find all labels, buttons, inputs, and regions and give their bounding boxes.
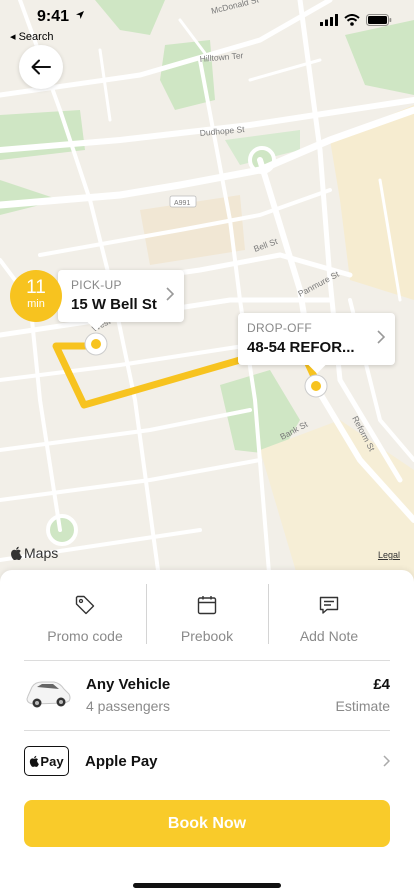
prebook-label: Prebook	[180, 628, 234, 644]
street-label: A991	[174, 200, 190, 207]
maps-attribution: Maps	[10, 545, 58, 561]
add-note-label: Add Note	[299, 628, 359, 644]
home-indicator	[133, 883, 281, 888]
actions-row: Promo code Prebook Add Note	[24, 584, 390, 660]
payment-method-row[interactable]: Pay Apple Pay	[24, 742, 390, 782]
status-time: 9:41	[37, 8, 70, 25]
car-icon	[26, 681, 71, 708]
tag-icon	[75, 595, 95, 615]
maps-attribution-label: Maps	[24, 545, 59, 561]
street-label: Bell St	[252, 236, 279, 254]
promo-code-label: Promo code	[47, 628, 123, 644]
vehicle-passengers: 4 passengers	[86, 698, 171, 714]
apple-logo-icon	[30, 755, 40, 767]
chevron-right-icon	[166, 287, 174, 301]
dropoff-address: 48-54 REFOR...	[247, 339, 355, 356]
legal-link[interactable]: Legal	[378, 550, 400, 560]
divider	[24, 730, 390, 731]
prebook-button[interactable]: Prebook	[146, 584, 268, 660]
vehicle-option[interactable]: Any Vehicle 4 passengers £4 Estimate	[24, 662, 390, 730]
chevron-right-icon	[383, 755, 390, 767]
dropoff-pin	[304, 374, 328, 398]
back-button[interactable]	[19, 45, 63, 89]
status-bar: 9:41 ◂ Search	[0, 0, 414, 44]
dropoff-callout[interactable]: DROP-OFF 48-54 REFOR...	[238, 313, 395, 374]
back-to-app[interactable]: ◂ Search	[10, 30, 53, 43]
vehicle-price: £4	[373, 676, 390, 693]
divider	[24, 660, 390, 661]
promo-code-button[interactable]: Promo code	[24, 584, 146, 660]
add-note-button[interactable]: Add Note	[268, 584, 390, 660]
eta-minutes: 11	[26, 277, 46, 298]
street-label: Panmure St	[296, 269, 341, 299]
wifi-icon	[344, 14, 360, 26]
cellular-signal-icon	[320, 14, 338, 26]
apple-pay-badge-text: Pay	[40, 753, 64, 769]
pickup-pin	[84, 332, 108, 356]
back-to-app-label: Search	[18, 31, 54, 43]
apple-logo-icon	[11, 546, 22, 560]
chevron-right-icon	[377, 330, 385, 344]
battery-icon	[366, 14, 392, 26]
note-icon	[319, 596, 339, 614]
vehicle-price-note: Estimate	[335, 698, 390, 714]
calendar-icon	[197, 596, 217, 615]
eta-unit: min	[27, 298, 45, 310]
payment-method-label: Apple Pay	[85, 753, 158, 770]
apple-pay-badge: Pay	[24, 746, 69, 776]
vehicle-name: Any Vehicle	[86, 676, 171, 693]
street-label: Dudhope St	[199, 124, 245, 138]
status-icons	[320, 14, 392, 26]
map-view[interactable]: McDonald St Hilltown Ter Dudhope St A991…	[0, 0, 414, 585]
booking-sheet: Promo code Prebook Add Note Any Vehicle …	[0, 570, 414, 896]
pickup-callout[interactable]: PICK-UP 15 W Bell St	[58, 270, 184, 331]
eta-badge: 11 min	[10, 270, 62, 322]
book-now-button[interactable]: Book Now	[24, 800, 390, 847]
arrow-left-icon	[31, 59, 51, 75]
dropoff-label: DROP-OFF	[247, 321, 313, 335]
location-arrow-icon	[76, 11, 84, 19]
